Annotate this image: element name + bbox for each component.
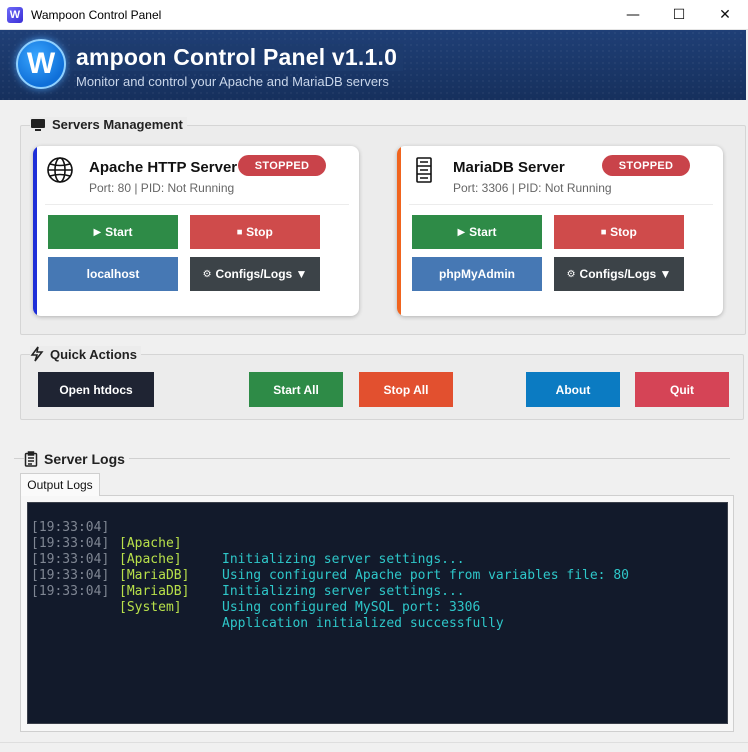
apache-start-button[interactable]: ▶ Start — [48, 215, 178, 249]
mariadb-start-button[interactable]: ▶ Start — [412, 215, 542, 249]
server-logs-label: Server Logs — [44, 451, 125, 467]
mariadb-stop-label: Stop — [610, 225, 637, 239]
log-line: [19:33:04] [Apache] Initializing server … — [28, 504, 727, 567]
minimize-button[interactable]: — — [610, 0, 656, 30]
play-icon: ▶ — [457, 226, 466, 238]
log-message: Application initialized successfully — [222, 616, 504, 631]
quick-actions-label: Quick Actions — [50, 346, 137, 362]
window-bottom-edge — [0, 742, 748, 752]
app-logo-icon: W — [7, 6, 23, 23]
localhost-button[interactable]: localhost — [48, 257, 178, 291]
play-icon: ▶ — [93, 226, 102, 238]
start-all-button[interactable]: Start All — [249, 372, 343, 407]
gear-icon: ⚙ — [202, 268, 212, 280]
log-source: [System] — [119, 600, 182, 615]
server-cabinet-icon — [409, 155, 439, 185]
quick-actions-title: Quick Actions — [30, 346, 141, 362]
header-title: ampoon Control Panel v1.1.0 — [70, 44, 404, 71]
log-source: [MariaDB] — [119, 584, 190, 599]
window-title: Wampoon Control Panel — [31, 7, 162, 22]
mariadb-start-label: Start — [469, 225, 497, 239]
stop-all-button[interactable]: Stop All — [359, 372, 453, 407]
header-logo: W — [16, 39, 66, 89]
window-titlebar: W Wampoon Control Panel — ☐ ✕ — [0, 0, 748, 30]
mariadb-card-divider — [409, 204, 713, 205]
stop-icon: ⏹ — [237, 226, 243, 238]
mariadb-server-card: MariaDB Server Port: 3306 | PID: Not Run… — [397, 146, 723, 316]
apache-card-divider — [45, 204, 349, 205]
log-timestamp: [19:33:04] — [31, 584, 110, 599]
phpmyadmin-button[interactable]: phpMyAdmin — [412, 257, 542, 291]
apache-stop-label: Stop — [246, 225, 273, 239]
about-button[interactable]: About — [526, 372, 620, 407]
mariadb-stop-button[interactable]: ⏹ Stop — [554, 215, 684, 249]
gear-icon: ⚙ — [566, 268, 576, 280]
apache-configs-logs-button[interactable]: ⚙ Configs/Logs ▼ — [190, 257, 320, 291]
servers-management-label: Servers Management — [52, 117, 183, 132]
apache-accent — [33, 146, 37, 316]
apache-start-label: Start — [105, 225, 133, 239]
open-htdocs-button[interactable]: Open htdocs — [38, 372, 154, 407]
header-banner: W ampoon Control Panel v1.1.0 Monitor an… — [0, 30, 746, 100]
apache-server-info: Port: 80 | PID: Not Running — [89, 181, 235, 195]
globe-icon — [45, 155, 75, 185]
apache-configs-logs-label: Configs/Logs ▼ — [215, 267, 308, 281]
log-line: [19:33:04] [MariaDB] Initializing server… — [28, 536, 727, 599]
apache-server-name: Apache HTTP Server — [89, 159, 238, 176]
mariadb-configs-logs-button[interactable]: ⚙ Configs/Logs ▼ — [554, 257, 684, 291]
clipboard-icon — [24, 451, 38, 467]
mariadb-configs-logs-label: Configs/Logs ▼ — [579, 267, 672, 281]
mariadb-accent — [397, 146, 401, 316]
localhost-label: localhost — [86, 267, 140, 281]
phpmyadmin-label: phpMyAdmin — [439, 267, 515, 281]
log-message: Using configured MySQL port: 3306 — [222, 600, 481, 615]
log-line: [19:33:04] [MariaDB] Using configured My… — [28, 552, 727, 615]
server-logs-title: Server Logs — [24, 451, 129, 467]
mariadb-server-name: MariaDB Server — [453, 159, 565, 176]
mariadb-server-info: Port: 3306 | PID: Not Running — [453, 181, 612, 195]
apache-server-card: Apache HTTP Server Port: 80 | PID: Not R… — [33, 146, 359, 316]
header-subtitle: Monitor and control your Apache and Mari… — [76, 74, 389, 89]
close-button[interactable]: ✕ — [702, 0, 748, 30]
quit-button[interactable]: Quit — [635, 372, 729, 407]
log-console[interactable]: [19:33:04] [Apache] Initializing server … — [27, 502, 728, 724]
apache-stop-button[interactable]: ⏹ Stop — [190, 215, 320, 249]
log-message: Initializing server settings... — [222, 584, 465, 599]
window-controls: — ☐ ✕ — [610, 0, 748, 30]
maximize-button[interactable]: ☐ — [656, 0, 702, 30]
monitor-icon — [30, 118, 46, 132]
lightning-icon — [30, 346, 44, 362]
tab-output-logs[interactable]: Output Logs — [20, 473, 100, 496]
log-line: [19:33:04] [Apache] Using configured Apa… — [28, 520, 727, 583]
apache-status-badge: STOPPED — [238, 155, 326, 176]
stop-icon: ⏹ — [601, 226, 607, 238]
log-line: [19:33:04] [System] Application initiali… — [28, 568, 727, 631]
servers-management-title: Servers Management — [30, 117, 187, 132]
mariadb-status-badge: STOPPED — [602, 155, 690, 176]
